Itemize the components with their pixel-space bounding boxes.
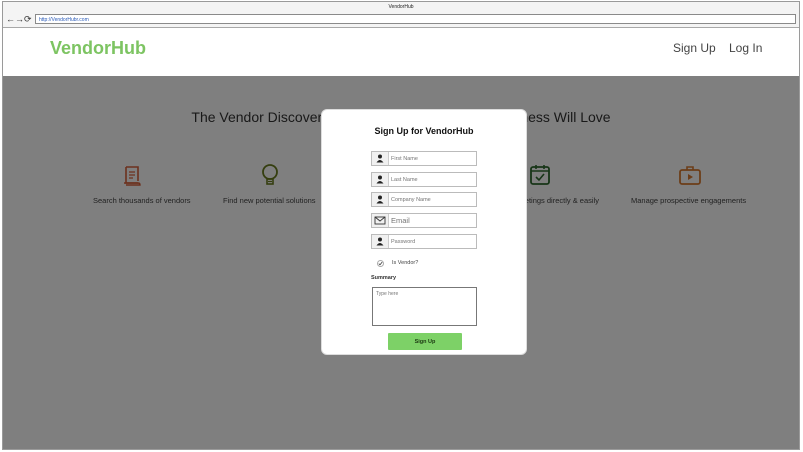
- signup-submit-button[interactable]: Sign Up: [388, 333, 462, 350]
- company-name-field: [371, 192, 477, 207]
- modal-title: Sign Up for VendorHub: [374, 126, 474, 136]
- forward-arrow-icon[interactable]: →: [15, 13, 24, 26]
- site-header: VendorHub Sign Up Log In: [3, 28, 799, 77]
- last-name-field: [371, 172, 477, 187]
- email-input[interactable]: [389, 214, 477, 227]
- last-name-input[interactable]: [389, 173, 477, 186]
- password-input[interactable]: [389, 235, 477, 248]
- back-arrow-icon[interactable]: ←: [6, 13, 15, 26]
- signup-modal: Sign Up for VendorHub Is Vendor? Summa: [321, 109, 527, 355]
- vendor-checkbox[interactable]: [377, 260, 384, 267]
- user-icon: [372, 173, 389, 186]
- reload-icon[interactable]: ⟳: [24, 13, 32, 26]
- summary-label: Summary: [371, 275, 397, 281]
- company-name-input[interactable]: [389, 193, 477, 206]
- first-name-field: [371, 151, 477, 166]
- browser-toolbar: ← → ⟳ http://VendorHubr.com: [3, 12, 799, 28]
- user-icon: [372, 193, 389, 206]
- first-name-input[interactable]: [389, 152, 477, 165]
- signup-link[interactable]: Sign Up: [673, 41, 716, 55]
- brand-logo[interactable]: VendorHub: [50, 38, 146, 59]
- email-field: [371, 213, 477, 228]
- password-field: [371, 234, 477, 249]
- url-bar[interactable]: http://VendorHubr.com: [35, 14, 796, 24]
- summary-textarea[interactable]: [372, 287, 477, 326]
- envelope-icon: [372, 214, 389, 227]
- user-icon: [372, 235, 389, 248]
- vendor-checkbox-label: Is Vendor?: [392, 260, 419, 266]
- login-link[interactable]: Log In: [729, 41, 762, 55]
- user-icon: [372, 152, 389, 165]
